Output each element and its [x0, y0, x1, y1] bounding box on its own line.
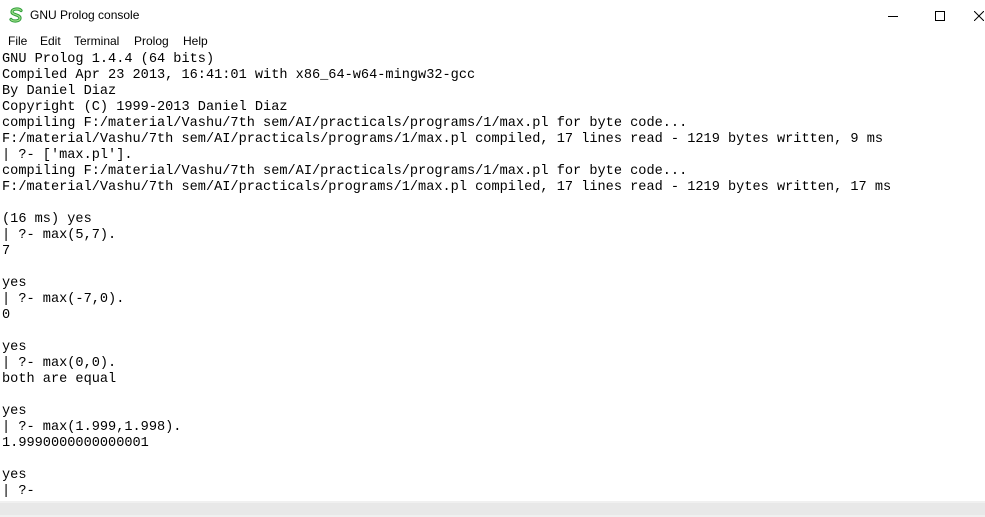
console-line: By Daniel Diaz: [2, 84, 117, 99]
title-bar[interactable]: GNU Prolog console: [0, 0, 985, 31]
menu-file[interactable]: File: [8, 34, 27, 48]
console-line: | ?- max(1.999,1.998).: [2, 420, 182, 435]
minimize-icon: [888, 15, 898, 17]
console-line: 1.9990000000000001: [2, 436, 149, 451]
horizontal-scrollbar[interactable]: [0, 501, 985, 517]
console-line: F:/material/Vashu/7th sem/AI/practicals/…: [2, 132, 884, 147]
maximize-button[interactable]: [917, 0, 963, 31]
menu-prolog[interactable]: Prolog: [134, 34, 169, 48]
menu-help[interactable]: Help: [183, 34, 208, 48]
console-line: 0: [2, 308, 11, 323]
console-line: | ?- max(0,0).: [2, 356, 117, 371]
console-line: F:/material/Vashu/7th sem/AI/practicals/…: [2, 180, 892, 195]
console-line: yes: [2, 468, 27, 483]
console-line: both are equal: [2, 372, 117, 387]
window-title: GNU Prolog console: [30, 8, 140, 22]
console-line: yes: [2, 276, 27, 291]
console-line: | ?- max(-7,0).: [2, 292, 125, 307]
console-line: GNU Prolog 1.4.4 (64 bits): [2, 52, 215, 67]
console-line: compiling F:/material/Vashu/7th sem/AI/p…: [2, 164, 688, 179]
menu-bar: File Edit Terminal Prolog Help: [0, 31, 985, 51]
prolog-console-window: GNU Prolog console File Edit Terminal Pr…: [0, 0, 985, 517]
scrollbar-thumb[interactable]: [0, 503, 985, 515]
console-line: compiling F:/material/Vashu/7th sem/AI/p…: [2, 116, 688, 131]
console-line: (16 ms) yes: [2, 212, 92, 227]
console-line: | ?- ['max.pl'].: [2, 148, 133, 163]
console-line: yes: [2, 404, 27, 419]
console-line: yes: [2, 340, 27, 355]
console-text: GNU Prolog 1.4.4 (64 bits) Compiled Apr 2…: [2, 52, 891, 500]
console-line: | ?- max(5,7).: [2, 228, 117, 243]
close-icon: [974, 10, 984, 21]
console-line: 7: [2, 244, 11, 259]
minimize-button[interactable]: [870, 0, 916, 31]
maximize-icon: [935, 10, 945, 21]
gnu-prolog-s-icon: [9, 7, 23, 23]
console-output-area[interactable]: GNU Prolog 1.4.4 (64 bits) Compiled Apr 2…: [0, 51, 985, 501]
menu-terminal[interactable]: Terminal: [74, 34, 119, 48]
console-line: | ?-: [2, 484, 35, 499]
console-line: Copyright (C) 1999-2013 Daniel Diaz: [2, 100, 288, 115]
close-button[interactable]: [964, 0, 985, 31]
menu-edit[interactable]: Edit: [40, 34, 61, 48]
console-line: Compiled Apr 23 2013, 16:41:01 with x86_…: [2, 68, 476, 83]
